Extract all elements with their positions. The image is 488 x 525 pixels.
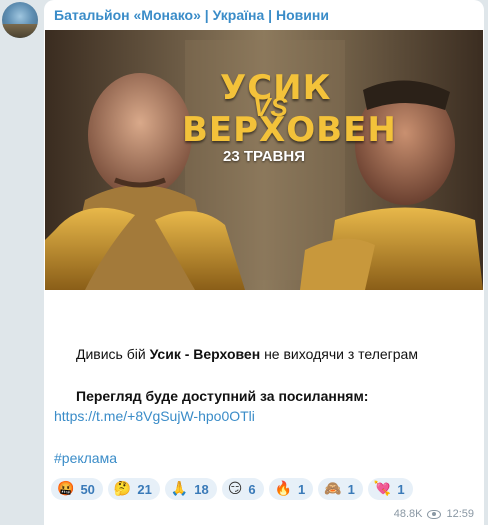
message-line1-suffix: не виходячи з телеграм (260, 346, 418, 362)
reaction-chip[interactable]: 🙈 1 (318, 478, 363, 500)
reaction-chip[interactable]: 😏 6 (221, 478, 264, 500)
reactions-bar: 🤬 50 🤔 21 🙏 18 😏 6 🔥 1 🙈 1 💘 1 (51, 478, 413, 500)
banner-title-line2: ВЕРХОВЕН (182, 110, 397, 150)
smirk-face-icon: 😏 (227, 481, 243, 497)
message-line1: Дивись бій Усик - Верховен не виходячи з… (76, 346, 418, 362)
reaction-count: 1 (347, 481, 355, 497)
channel-avatar[interactable] (2, 2, 38, 38)
reaction-chip[interactable]: 🤬 50 (51, 478, 103, 500)
message-line2: Перегляд буде доступний за посиланням: (76, 388, 369, 404)
reaction-count: 21 (137, 481, 152, 497)
fire-icon: 🔥 (274, 481, 292, 497)
reaction-chip[interactable]: 🙏 18 (164, 478, 217, 500)
angry-face-icon: 🤬 (57, 481, 75, 497)
reaction-count: 1 (397, 481, 405, 497)
see-no-evil-monkey-icon: 🙈 (324, 481, 342, 497)
channel-title[interactable]: Батальйон «Монако» | Україна | Новини (54, 7, 329, 23)
hashtag-link[interactable]: #реклама (54, 450, 117, 466)
message-meta: 48.8K 12:59 (394, 508, 474, 520)
message-time: 12:59 (446, 508, 474, 520)
banner-date: 23 ТРАВНЯ (223, 148, 305, 165)
reaction-chip[interactable]: 🔥 1 (268, 478, 314, 500)
views-count: 48.8K (393, 508, 423, 520)
message-bubble: Батальйон «Монако» | Україна | Новини УС… (44, 0, 484, 525)
folded-hands-icon: 🙏 (170, 481, 189, 497)
reaction-count: 6 (248, 481, 256, 497)
eye-icon (427, 509, 442, 519)
reaction-chip[interactable]: 💘 1 (367, 478, 413, 500)
reaction-count: 18 (194, 481, 209, 497)
post-image[interactable]: УСИК VS ВЕРХОВЕН 23 ТРАВНЯ (45, 30, 483, 290)
thinking-face-icon: 🤔 (113, 481, 132, 497)
message-link[interactable]: https://t.me/+8VgSujW-hpo0OTli (54, 408, 255, 424)
reaction-chip[interactable]: 🤔 21 (107, 478, 160, 500)
reaction-count: 1 (298, 481, 306, 497)
reaction-count: 50 (80, 481, 95, 497)
heart-arrow-icon: 💘 (373, 481, 392, 497)
message-line1-bold: Усик - Верховен (149, 346, 261, 362)
message-line1-prefix: Дивись бій (76, 346, 150, 362)
